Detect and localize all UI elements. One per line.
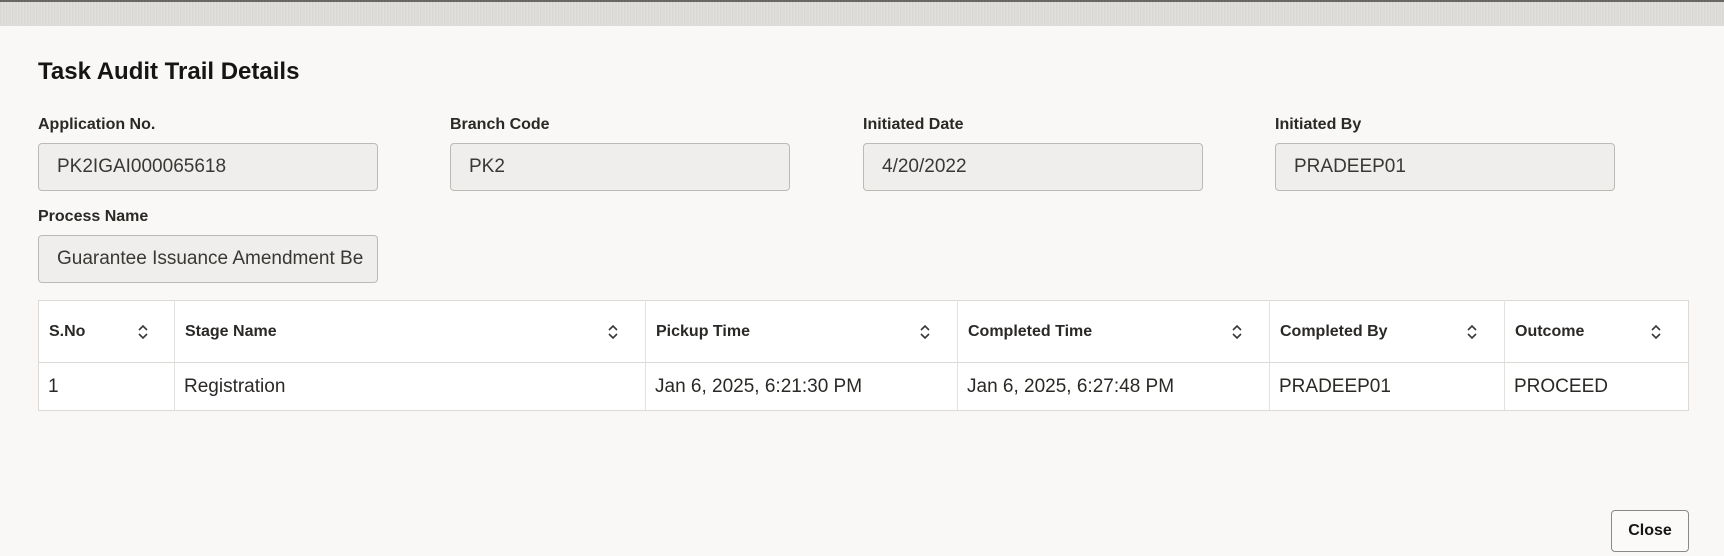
application-no-value: PK2IGAI000065618 [57, 156, 227, 177]
initiated-by-input[interactable]: PRADEEP01 [1275, 143, 1615, 191]
column-header-label: Completed By [1280, 322, 1388, 340]
background-page-strip [0, 0, 1724, 26]
column-header-outcome[interactable]: Outcome [1504, 300, 1689, 363]
initiated-date-label: Initiated Date [863, 116, 964, 133]
process-name-value: Guarantee Issuance Amendment Be [57, 248, 364, 269]
table-header-row: S.No Stage Name Pickup Time Completed Ti… [38, 300, 1689, 363]
column-header-completed-time[interactable]: Completed Time [957, 300, 1270, 363]
sort-updown-icon[interactable] [1649, 324, 1663, 340]
sort-updown-icon[interactable] [1230, 324, 1244, 340]
sort-updown-icon[interactable] [136, 324, 150, 340]
initiated-date-input[interactable]: 4/20/2022 [863, 143, 1203, 191]
process-name-field: Process Name Guarantee Issuance Amendmen… [38, 207, 378, 283]
cell-completed-time: Jan 6, 2025, 6:27:48 PM [957, 362, 1270, 411]
column-header-stage-name[interactable]: Stage Name [174, 300, 646, 363]
initiated-by-field: Initiated By PRADEEP01 [1275, 115, 1615, 191]
initiated-date-field: Initiated Date 4/20/2022 [863, 115, 1203, 191]
sort-updown-icon[interactable] [1465, 324, 1479, 340]
initiated-by-value: PRADEEP01 [1294, 156, 1406, 177]
process-name-input[interactable]: Guarantee Issuance Amendment Be [38, 235, 378, 283]
column-header-label: Stage Name [185, 322, 277, 340]
audit-trail-dialog: Task Audit Trail Details Application No.… [0, 26, 1724, 556]
application-no-label: Application No. [38, 116, 156, 133]
branch-code-input[interactable]: PK2 [450, 143, 790, 191]
process-name-label: Process Name [38, 208, 149, 225]
column-header-label: Outcome [1515, 322, 1585, 340]
column-header-sno[interactable]: S.No [38, 300, 175, 363]
application-no-field: Application No. PK2IGAI000065618 [38, 115, 378, 191]
column-header-pickup-time[interactable]: Pickup Time [645, 300, 958, 363]
application-no-input[interactable]: PK2IGAI000065618 [38, 143, 378, 191]
dialog-title: Task Audit Trail Details [38, 58, 300, 85]
initiated-by-label: Initiated By [1275, 116, 1362, 133]
sort-updown-icon[interactable] [918, 324, 932, 340]
cell-pickup-time: Jan 6, 2025, 6:21:30 PM [645, 362, 958, 411]
audit-trail-table: S.No Stage Name Pickup Time Completed Ti… [38, 300, 1689, 411]
branch-code-label: Branch Code [450, 116, 550, 133]
initiated-date-value: 4/20/2022 [882, 156, 967, 177]
branch-code-field: Branch Code PK2 [450, 115, 790, 191]
column-header-completed-by[interactable]: Completed By [1269, 300, 1505, 363]
close-button[interactable]: Close [1611, 510, 1689, 552]
sort-updown-icon[interactable] [606, 324, 620, 340]
cell-sno: 1 [38, 362, 175, 411]
column-header-label: Pickup Time [656, 322, 750, 340]
table-row[interactable]: 1 Registration Jan 6, 2025, 6:21:30 PM J… [38, 362, 1689, 411]
cell-stage-name: Registration [174, 362, 646, 411]
cell-completed-by: PRADEEP01 [1269, 362, 1505, 411]
column-header-label: Completed Time [968, 322, 1093, 340]
column-header-label: S.No [49, 322, 86, 340]
branch-code-value: PK2 [469, 156, 505, 177]
cell-outcome: PROCEED [1504, 362, 1689, 411]
